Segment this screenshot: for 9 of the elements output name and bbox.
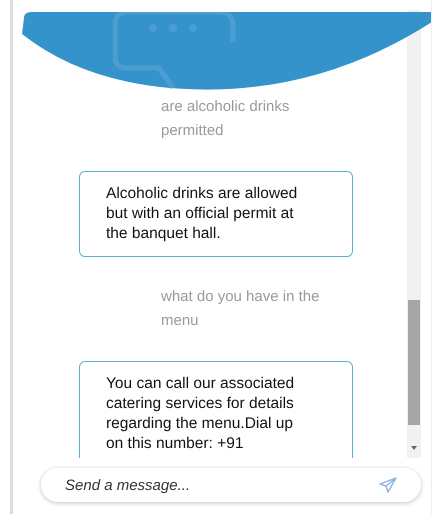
user-message: are alcoholic drinks permitted: [161, 97, 290, 141]
scrollbar[interactable]: [407, 10, 421, 458]
message-input[interactable]: Send a message...: [41, 468, 421, 502]
bot-message-bubble: Alcoholic drinks are allowed but with an official permit at the banquet hall.: [79, 171, 353, 257]
scroll-down-icon[interactable]: [411, 446, 417, 450]
bot-message-bubble: You can call our associated catering services for details regarding the menu.Dial up on this number: +91: [79, 361, 353, 458]
send-icon[interactable]: [379, 477, 397, 493]
user-message: what do you have in the menu: [161, 287, 320, 331]
scrollbar-thumb[interactable]: [408, 300, 420, 425]
